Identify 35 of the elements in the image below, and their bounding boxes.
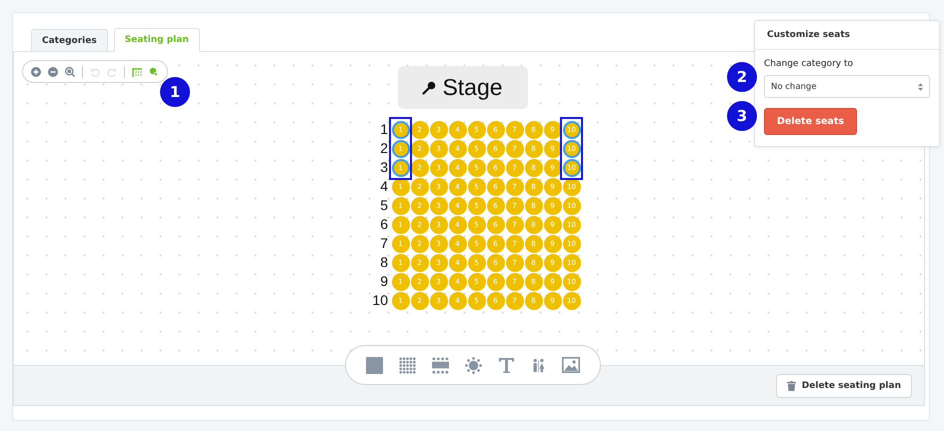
row-label: 9: [379, 272, 389, 291]
row-label: 7: [379, 234, 389, 253]
selection-frame: [389, 117, 412, 180]
row-label: 8: [379, 253, 389, 272]
delete-seating-plan-button[interactable]: Delete seating plan: [776, 374, 912, 398]
tab[interactable]: Categories: [31, 29, 108, 51]
row-select-icon[interactable]: [132, 66, 142, 76]
select-arrows-icon: [918, 82, 923, 90]
selection-frame: [560, 117, 583, 180]
stage-label: Stage: [442, 74, 503, 101]
trash-icon: [786, 380, 796, 390]
category-select[interactable]: No change: [764, 75, 930, 98]
row-label: 3: [379, 158, 389, 177]
table-seats-icon[interactable]: [432, 356, 449, 374]
zoom-out-icon[interactable]: [48, 66, 58, 76]
row-label: 4: [379, 177, 389, 196]
row-label: 6: [379, 215, 389, 234]
zoom-reset-icon[interactable]: [65, 66, 75, 76]
restroom-icon[interactable]: [531, 356, 546, 374]
row-label: 10: [371, 291, 389, 310]
dot-grid-icon[interactable]: [399, 356, 416, 374]
microphone-icon: [422, 80, 436, 94]
field-label: Change category to: [764, 59, 854, 69]
cursor-seat-icon[interactable]: [149, 66, 159, 76]
tab[interactable]: Seating plan: [114, 28, 200, 52]
square-icon[interactable]: [366, 356, 383, 374]
delete-seats-button[interactable]: Delete seats: [764, 108, 858, 135]
text-icon[interactable]: [498, 356, 515, 374]
round-table-icon[interactable]: [465, 356, 482, 374]
row-label: 2: [379, 139, 389, 158]
row-label: 1: [379, 120, 389, 139]
image-icon[interactable]: [562, 357, 580, 373]
zoom-in-icon[interactable]: [31, 66, 41, 76]
popover-title: Customize seats: [767, 30, 850, 40]
row-label: 5: [379, 196, 389, 215]
